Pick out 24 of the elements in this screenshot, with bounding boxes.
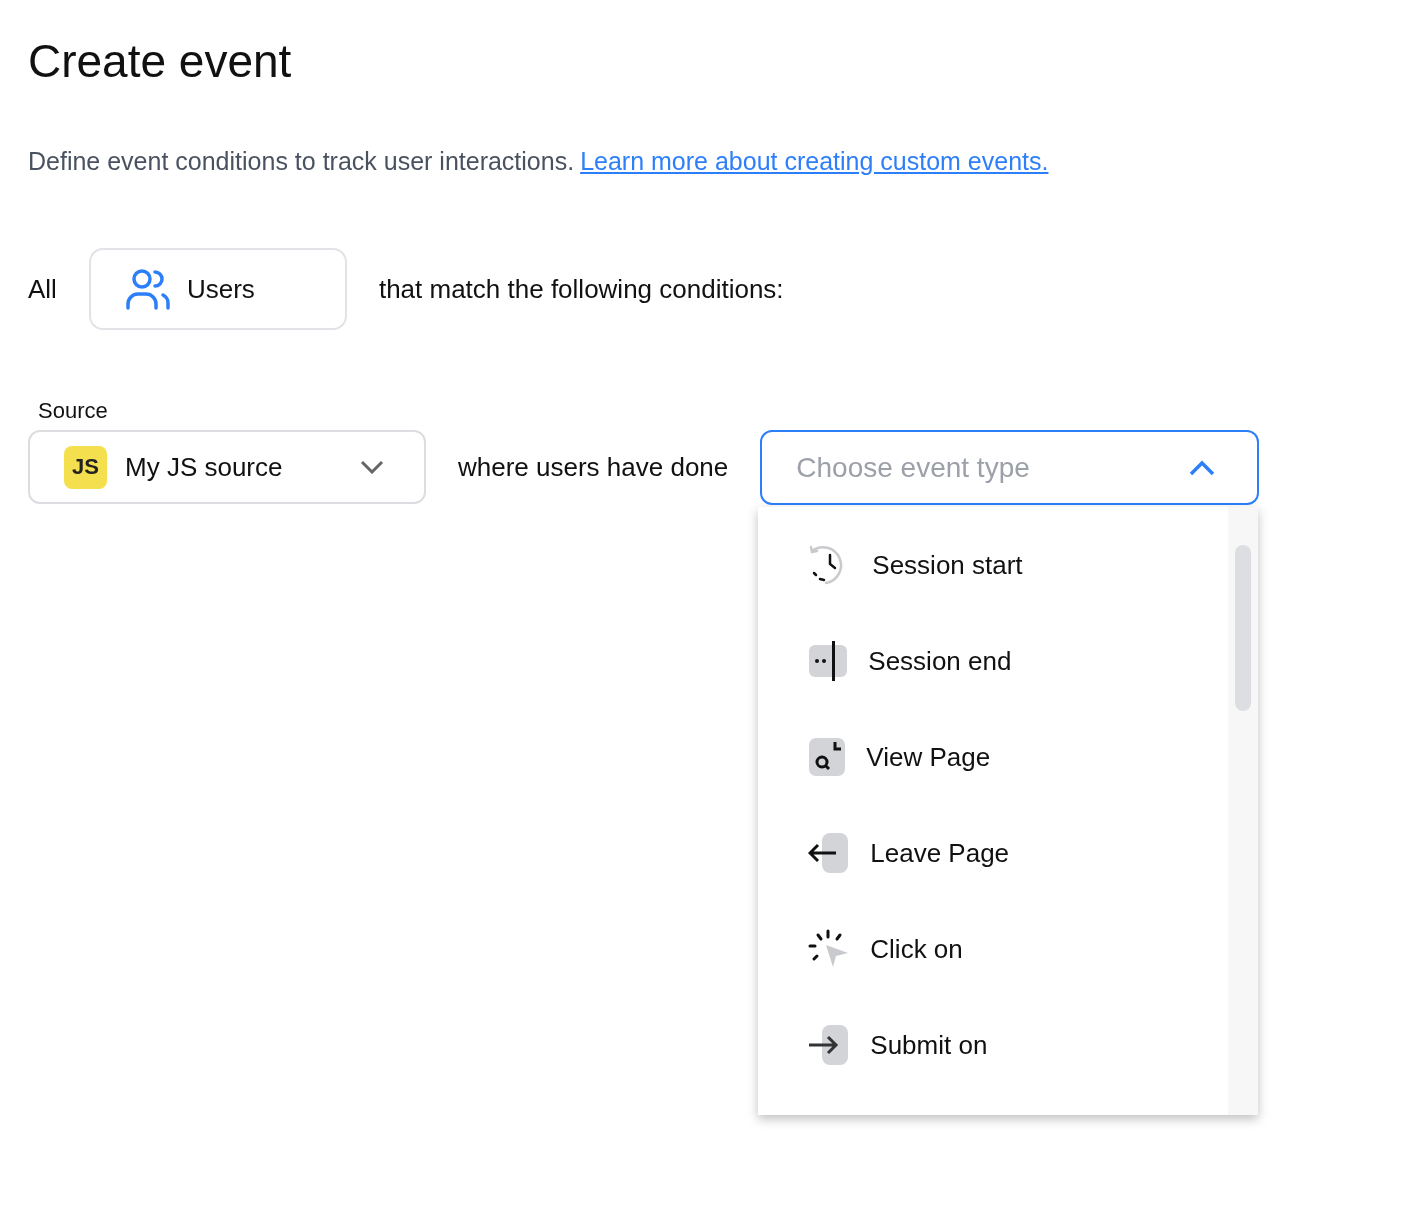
arrow-left-icon	[808, 833, 851, 873]
chevron-down-icon	[360, 460, 384, 474]
page-title: Create event	[28, 34, 293, 89]
event-option[interactable]: Leave Page	[758, 805, 1229, 901]
scrollbar[interactable]	[1228, 507, 1259, 1115]
learn-more-link[interactable]: Learn more about creating custom events.	[580, 147, 1049, 175]
page-search-icon	[808, 737, 847, 777]
connector-text: where users have done	[458, 451, 729, 484]
chevron-up-icon	[1189, 459, 1216, 476]
source-label: Source	[38, 398, 109, 424]
event-option[interactable]: Submit on	[758, 997, 1229, 1093]
arrow-right-icon	[808, 1025, 851, 1065]
event-option[interactable]: Click on	[758, 901, 1229, 997]
js-badge-icon: JS	[64, 445, 107, 489]
event-option[interactable]: View Page	[758, 709, 1229, 805]
prefix-text: All	[28, 273, 57, 305]
entity-selector[interactable]: Users	[88, 248, 347, 330]
event-option[interactable]: Session start	[758, 517, 1229, 613]
source-dropdown[interactable]: JS My JS source	[28, 430, 426, 504]
description-text: Define event conditions to track user interactions. Learn more about creating custom events.	[28, 146, 1050, 177]
condition-text: that match the following conditions:	[378, 273, 784, 305]
users-icon	[124, 268, 171, 310]
event-option[interactable]: Session end	[758, 613, 1229, 709]
session-end-icon	[808, 641, 849, 681]
